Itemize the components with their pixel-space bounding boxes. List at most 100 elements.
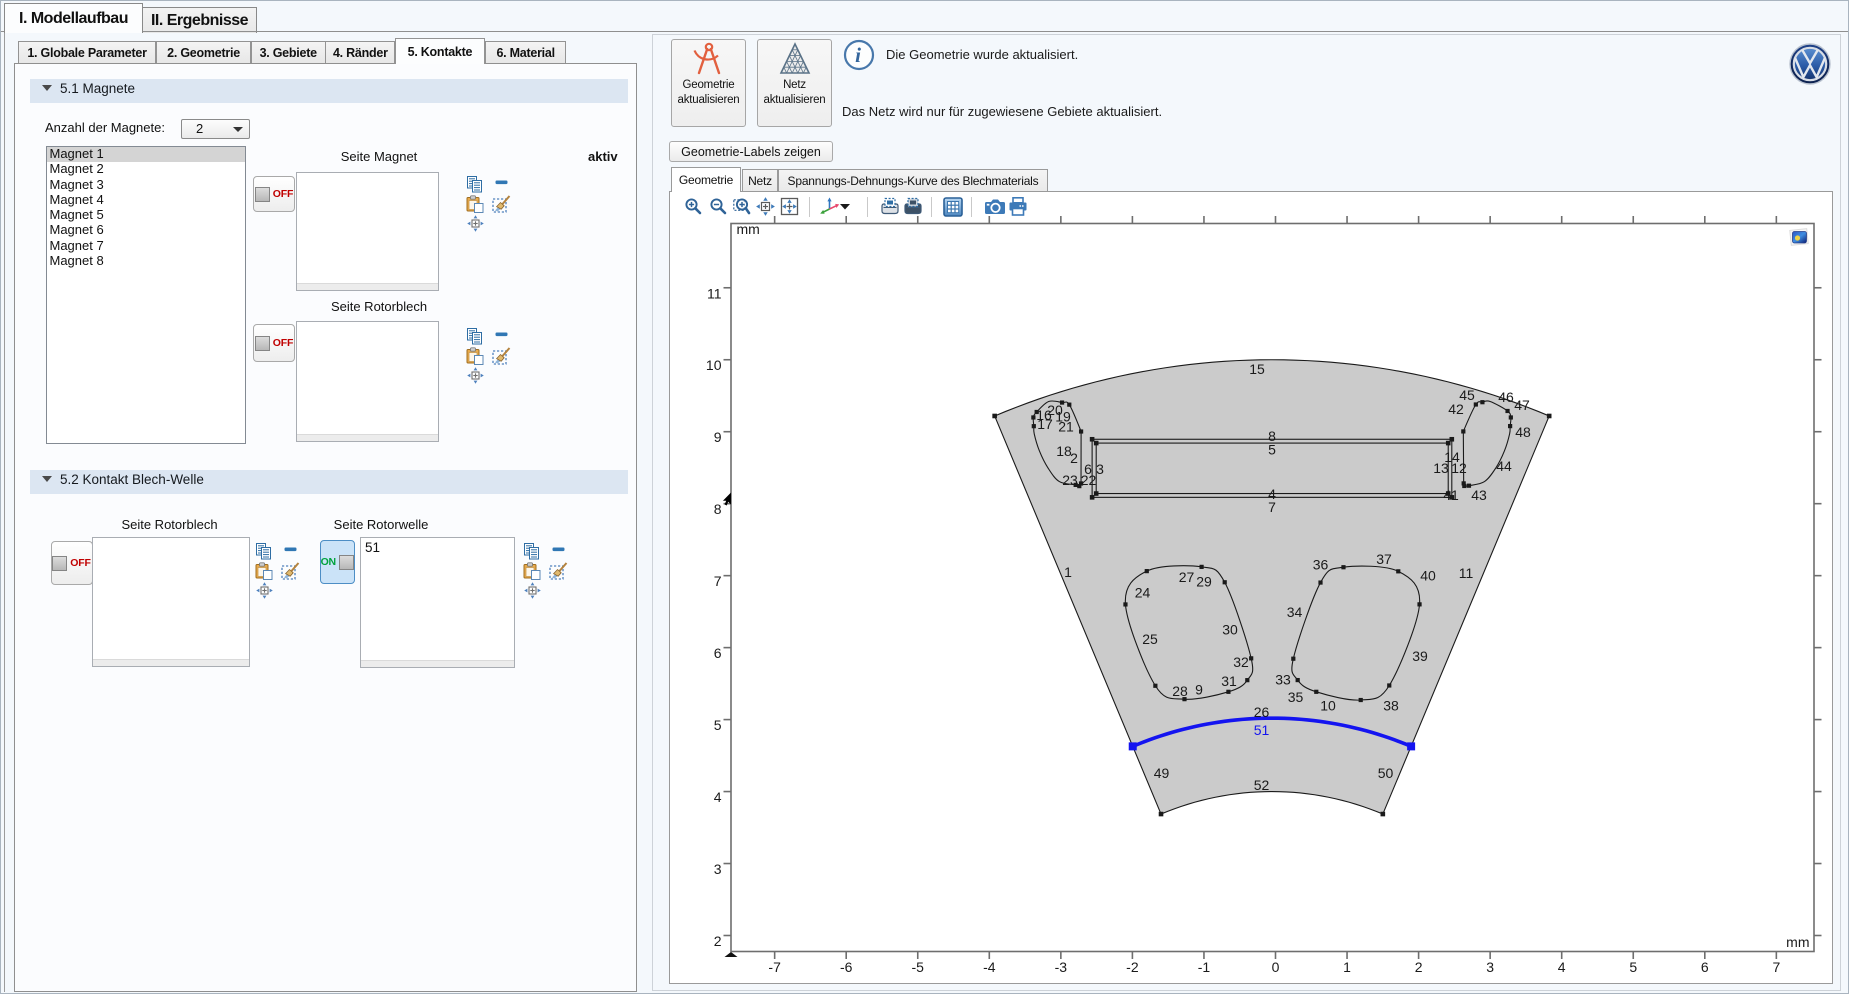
edge-number-label: 1: [1064, 564, 1072, 580]
tab-raender[interactable]: 4. Ränder: [325, 41, 395, 64]
tab-globale-parameter[interactable]: 1. Globale Parameter: [18, 41, 157, 64]
gfx-tab-spannungs-dehnungs-kurve[interactable]: Spannungs-Dehnungs-Kurve des Blechmateri…: [778, 169, 1048, 192]
x-tick-label: -1: [1198, 959, 1211, 975]
section-header-magnete[interactable]: 5.1 Magnete: [30, 79, 628, 104]
remove-icon[interactable]: [284, 546, 297, 553]
x-tick-label: 2: [1415, 959, 1423, 975]
copy-icon[interactable]: [466, 176, 483, 193]
magnet-list-item[interactable]: Magnet 1: [47, 147, 245, 162]
geometrie-aktualisieren-button[interactable]: Geometrieaktualisieren: [671, 39, 746, 127]
magnet-list-item[interactable]: Magnet 5: [47, 208, 245, 223]
edge-number-label: 29: [1196, 574, 1212, 590]
kontakt-rotorblech-actions-toolbar: [255, 541, 301, 601]
paste-icon[interactable]: [255, 562, 273, 580]
kontakt-rotorblech-title: Seite Rotorblech: [121, 517, 217, 532]
magnet-list-item[interactable]: Magnet 8: [47, 254, 245, 269]
edge-number-label: 7: [1268, 499, 1276, 515]
label-line-2: aktualisieren: [678, 94, 740, 106]
edge-number-label: 22: [1081, 472, 1097, 488]
geometrie-labels-zeigen-button[interactable]: Geometrie-Labels zeigen: [669, 141, 833, 162]
tab-kontakte[interactable]: 5. Kontakte: [395, 38, 485, 64]
edge-number-label: 51: [1254, 722, 1270, 738]
edge-number-label: 49: [1154, 765, 1170, 781]
selected-value: 2: [196, 121, 203, 136]
main-panel-left-border: [4, 32, 5, 992]
geometry-vertex: [1031, 415, 1035, 419]
section-header-kontakt[interactable]: 5.2 Kontakt Blech-Welle: [30, 470, 628, 495]
tab-material[interactable]: 6. Material: [485, 41, 567, 64]
kontakt-rotorwelle-selection-list[interactable]: 51: [360, 537, 515, 668]
copy-icon[interactable]: [466, 328, 483, 345]
gfx-tab-geometrie[interactable]: Geometrie: [671, 167, 741, 192]
copy-icon[interactable]: [523, 543, 540, 560]
toggle-state: OFF: [70, 557, 90, 569]
clear-selection-icon[interactable]: [281, 562, 300, 580]
scroll-strip: [361, 660, 514, 667]
clear-selection-icon[interactable]: [492, 347, 511, 365]
magnet-list-item[interactable]: Magnet 6: [47, 223, 245, 238]
edge-number-label: 48: [1515, 424, 1531, 440]
kontakt-rotorwelle-toggle[interactable]: ON: [320, 540, 356, 584]
edge-number-label: 21: [1058, 419, 1074, 435]
zoom-to-selection-icon[interactable]: [467, 215, 484, 232]
edge-number-label: 23: [1062, 472, 1078, 488]
geometry-vertex: [1159, 812, 1164, 817]
paste-icon[interactable]: [466, 195, 484, 213]
zoom-to-selection-icon[interactable]: [524, 582, 541, 599]
geometry-vertex: [1145, 569, 1149, 573]
magnet-list-item[interactable]: Magnet 7: [47, 239, 245, 254]
clear-selection-icon[interactable]: [549, 562, 568, 580]
edge-number-label: 20: [1047, 402, 1063, 418]
edge-number-label: 28: [1172, 683, 1188, 699]
geometry-vertex: [1094, 491, 1099, 496]
tab-geometrie[interactable]: 2. Geometrie: [156, 41, 251, 64]
remove-icon[interactable]: [495, 331, 508, 338]
copy-icon[interactable]: [255, 543, 272, 560]
magnet-list[interactable]: Magnet 1Magnet 2Magnet 3Magnet 4Magnet 5…: [46, 146, 246, 444]
seite-magnet-toggle[interactable]: OFF: [253, 176, 295, 212]
geometry-vertex: [1318, 580, 1322, 584]
tab-modellaufbau[interactable]: I. Modellaufbau: [4, 3, 143, 33]
scroll-strip: [297, 434, 438, 441]
toggle-state: OFF: [273, 188, 293, 200]
magnet-list-item[interactable]: Magnet 2: [47, 162, 245, 177]
zoom-to-selection-icon[interactable]: [256, 582, 273, 599]
edge-number-label: 9: [1195, 682, 1203, 698]
x-tick-label: 6: [1701, 959, 1709, 975]
paste-icon[interactable]: [523, 562, 541, 580]
netz-aktualisieren-button[interactable]: Netzaktualisieren: [757, 39, 832, 127]
geometry-plot[interactable]: 1234567891011121314151617181920212223242…: [679, 214, 1823, 975]
section-title: 5.2 Kontakt Blech-Welle: [60, 473, 204, 487]
tab-ergebnisse[interactable]: II. Ergebnisse: [142, 7, 257, 33]
seite-rotorblech-toggle[interactable]: OFF: [253, 324, 295, 362]
seite-magnet-selection-list[interactable]: [296, 172, 439, 291]
selection-entry[interactable]: 51: [361, 538, 514, 555]
kontakt-rotorblech-selection-list[interactable]: [92, 537, 250, 667]
plot-thumbnail-button[interactable]: [1790, 229, 1808, 246]
edge-number-label: 31: [1221, 673, 1237, 689]
x-tick-label: -7: [768, 959, 781, 975]
edge-number-label: 10: [1320, 698, 1336, 714]
edge-number-label: 41: [1443, 487, 1459, 503]
tab-gebiete[interactable]: 3. Gebiete: [251, 41, 326, 64]
zoom-to-selection-icon[interactable]: [467, 367, 484, 384]
remove-icon[interactable]: [495, 179, 508, 186]
seite-magnet-actions-toolbar: [466, 174, 512, 234]
magnet-list-item[interactable]: Magnet 4: [47, 193, 245, 208]
paste-icon[interactable]: [466, 347, 484, 365]
geometry-vertex: [1223, 580, 1227, 584]
magnet-list-item[interactable]: Magnet 3: [47, 178, 245, 193]
gfx-tab-netz[interactable]: Netz: [742, 169, 778, 192]
geometry-vertex: [1153, 684, 1157, 688]
kontakt-rotorblech-toggle[interactable]: OFF: [51, 541, 93, 585]
anzahl-der-magnete-select[interactable]: 2: [181, 119, 250, 139]
edge-number-label: 27: [1179, 569, 1195, 585]
section-title: 5.1 Magnete: [60, 82, 135, 96]
geometry-vertex: [1417, 602, 1421, 606]
seite-rotorblech-selection-list[interactable]: [296, 321, 439, 442]
clear-selection-icon[interactable]: [492, 195, 511, 213]
geometry-vertex: [1123, 602, 1127, 606]
geometry-vertex: [1547, 414, 1552, 419]
remove-icon[interactable]: [552, 546, 565, 553]
x-tick-label: 0: [1272, 959, 1280, 975]
